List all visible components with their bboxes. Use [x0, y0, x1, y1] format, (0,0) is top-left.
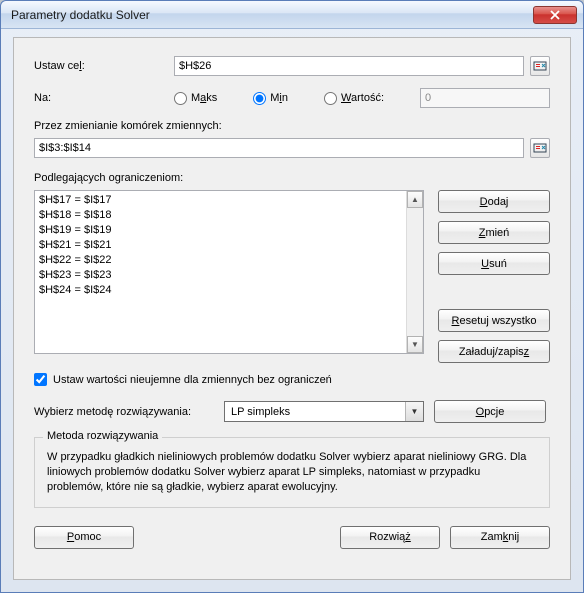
nonneg-checkbox[interactable] — [34, 373, 47, 386]
target-input[interactable] — [174, 56, 524, 76]
window-title: Parametry dodatku Solver — [11, 8, 533, 22]
nonneg-row[interactable]: Ustaw wartości nieujemne dla zmiennych b… — [34, 373, 550, 386]
radio-min-input[interactable] — [253, 92, 266, 105]
constraint-item[interactable]: $H$22 = $I$22 — [39, 253, 419, 268]
vars-input[interactable] — [34, 138, 524, 158]
method-groupbox: Metoda rozwiązywania W przypadku gładkic… — [34, 437, 550, 508]
objective-row: Na: Maks Min Wartość: — [34, 88, 550, 108]
solve-button[interactable]: Rozwiąż — [340, 526, 440, 549]
radio-value-input[interactable] — [324, 92, 337, 105]
scroll-down-icon[interactable]: ▼ — [407, 336, 423, 353]
reset-button[interactable]: Resetuj wszystko — [438, 309, 550, 332]
add-button[interactable]: Dodaj — [438, 190, 550, 213]
vars-label: Przez zmienianie komórek zmiennych: — [34, 120, 550, 132]
radio-value-label: Wartość: — [341, 92, 384, 104]
radio-value[interactable]: Wartość: — [324, 92, 384, 105]
method-select-value[interactable]: LP simpleks — [224, 401, 424, 422]
method-group-title: Metoda rozwiązywania — [43, 430, 162, 442]
help-button[interactable]: Pomoc — [34, 526, 134, 549]
target-label-suffix: : — [82, 60, 85, 72]
radio-max-input[interactable] — [174, 92, 187, 105]
method-group-body: W przypadku gładkich nieliniowych proble… — [47, 450, 537, 495]
load-save-button[interactable]: Załaduj/zapisz — [438, 340, 550, 363]
footer-row: Pomoc Rozwiąż Zamknij — [34, 526, 550, 549]
nonneg-label: Ustaw wartości nieujemne dla zmiennych b… — [53, 374, 332, 386]
scroll-up-icon[interactable]: ▲ — [407, 191, 423, 208]
method-row: Wybierz metodę rozwiązywania: LP simplek… — [34, 400, 550, 423]
radio-min[interactable]: Min — [253, 92, 288, 105]
collapse-dialog-icon[interactable] — [530, 56, 550, 76]
radio-min-label: Min — [270, 92, 288, 104]
radio-max-label: Maks — [191, 92, 217, 104]
constraints-items: $H$17 = $I$17$H$18 = $I$18$H$19 = $I$19$… — [35, 191, 423, 300]
constraint-item[interactable]: $H$23 = $I$23 — [39, 268, 419, 283]
method-select[interactable]: LP simpleks ▼ — [224, 401, 424, 422]
titlebar[interactable]: Parametry dodatku Solver — [1, 1, 583, 29]
method-label: Wybierz metodę rozwiązywania: — [34, 406, 214, 418]
method-select-text: LP simpleks — [231, 406, 290, 418]
target-label: Ustaw cel: — [34, 60, 174, 72]
close-icon[interactable] — [533, 6, 577, 24]
constraint-item[interactable]: $H$24 = $I$24 — [39, 283, 419, 298]
target-row: Ustaw cel: — [34, 56, 550, 76]
options-button[interactable]: Opcje — [434, 400, 546, 423]
objective-label: Na: — [34, 92, 174, 104]
constraints-area: $H$17 = $I$17$H$18 = $I$18$H$19 = $I$19$… — [34, 190, 550, 363]
change-button[interactable]: Zmień — [438, 221, 550, 244]
collapse-dialog-icon[interactable] — [530, 138, 550, 158]
dialog-content: Ustaw cel: Na: Maks Min — [13, 37, 571, 580]
constraint-item[interactable]: $H$18 = $I$18 — [39, 208, 419, 223]
vars-row — [34, 138, 550, 158]
scrollbar[interactable]: ▲ ▼ — [406, 191, 423, 353]
constraint-item[interactable]: $H$19 = $I$19 — [39, 223, 419, 238]
chevron-down-icon[interactable]: ▼ — [405, 402, 423, 421]
close-button[interactable]: Zamknij — [450, 526, 550, 549]
solver-dialog: Parametry dodatku Solver Ustaw cel: Na: — [0, 0, 584, 593]
delete-button[interactable]: Usuń — [438, 252, 550, 275]
target-label-prefix: Ustaw ce — [34, 60, 79, 72]
constraints-label: Podlegających ograniczeniom: — [34, 172, 550, 184]
constraint-item[interactable]: $H$17 = $I$17 — [39, 193, 419, 208]
target-input-wrap — [174, 56, 550, 76]
radio-max[interactable]: Maks — [174, 92, 217, 105]
objective-radio-group: Maks Min Wartość: — [174, 88, 550, 108]
constraint-item[interactable]: $H$21 = $I$21 — [39, 238, 419, 253]
constraints-list[interactable]: $H$17 = $I$17$H$18 = $I$18$H$19 = $I$19$… — [34, 190, 424, 354]
value-of-input[interactable] — [420, 88, 550, 108]
constraints-buttons: Dodaj Zmień Usuń Resetuj wszystko Załadu… — [438, 190, 550, 363]
